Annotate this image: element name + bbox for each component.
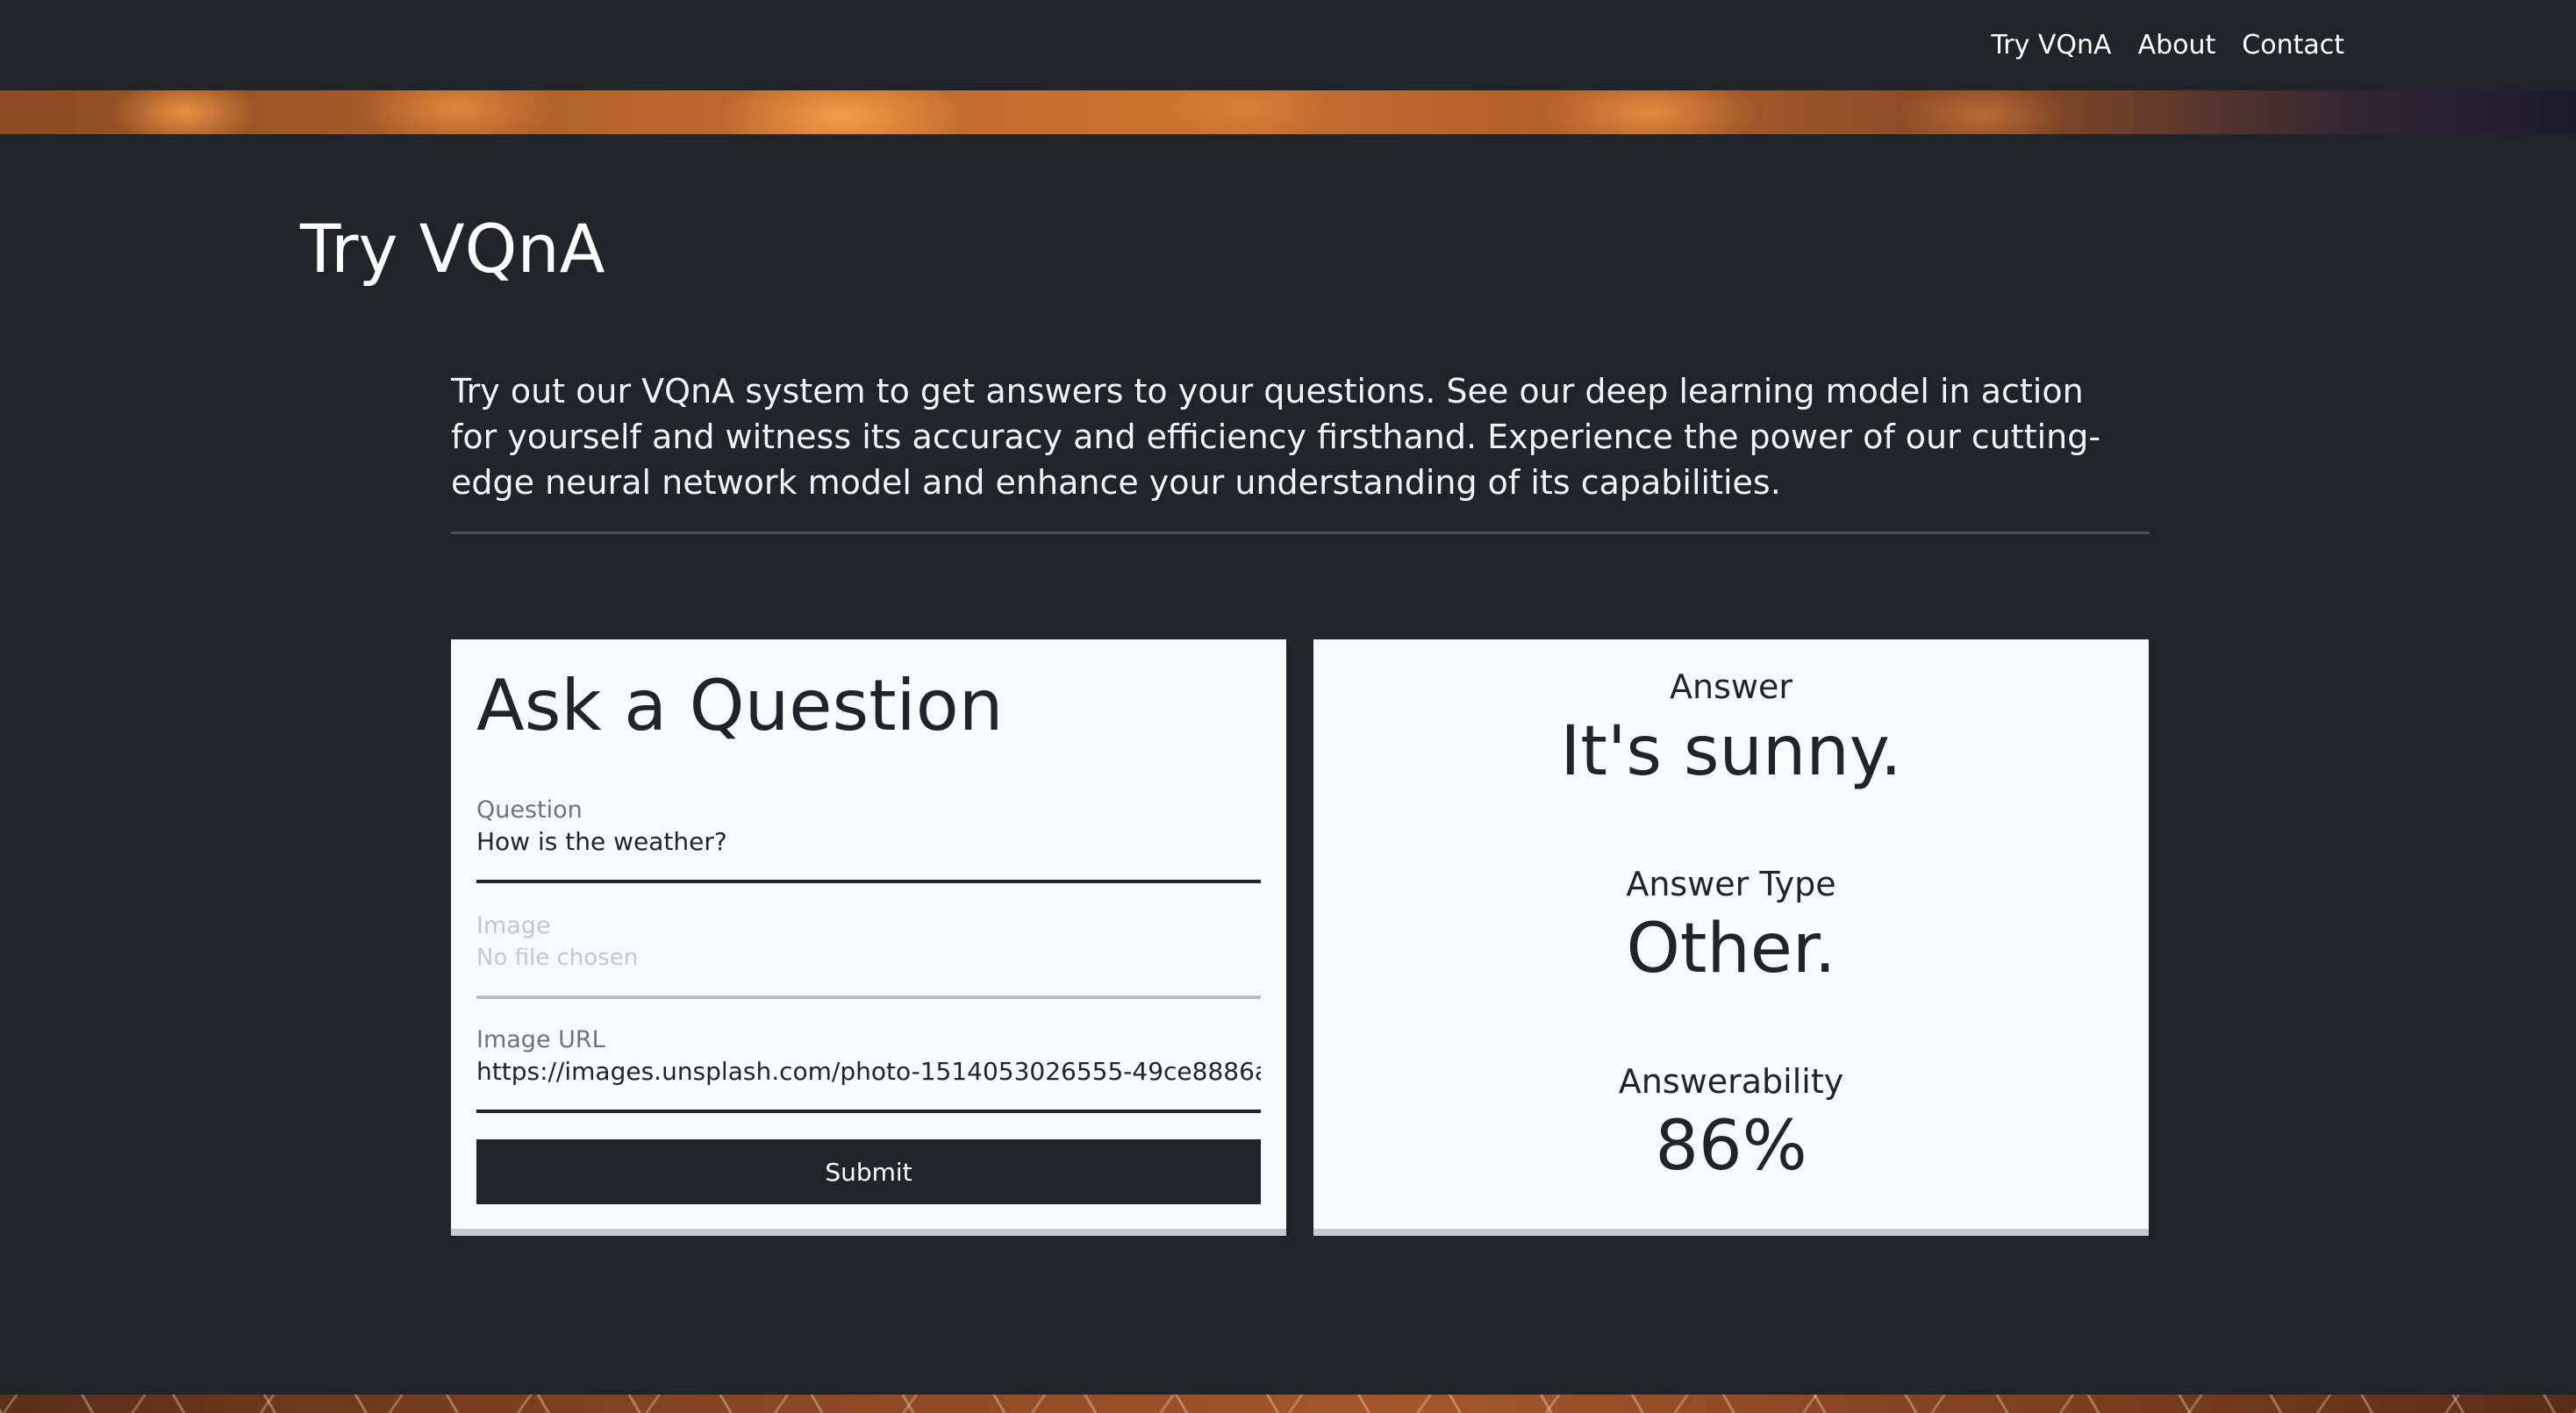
answerability-label: Answerability [1618, 1062, 1844, 1101]
section-divider [451, 532, 2150, 534]
ask-question-title: Ask a Question [476, 665, 1004, 746]
top-navbar: Try VQnA About Contact [0, 0, 2576, 90]
question-label: Question [476, 796, 583, 824]
answer-value: It's sunny. [1560, 712, 1902, 791]
nav-link-about[interactable]: About [2138, 30, 2216, 61]
footer-banner-image [0, 1395, 2576, 1413]
header-banner-image [0, 90, 2576, 134]
image-file-input[interactable]: No file chosen [476, 941, 1261, 974]
image-url-input[interactable]: https://images.unsplash.com/photo-151405… [476, 1055, 1261, 1088]
answerability-value: 86% [1655, 1107, 1807, 1186]
nav-links: Try VQnA About Contact [1991, 0, 2344, 90]
answer-type-label: Answer Type [1626, 865, 1836, 903]
answer-card: Answer It's sunny. Answer Type Other. An… [1313, 639, 2149, 1236]
intro-paragraph: Try out our VQnA system to get answers t… [451, 372, 2101, 502]
nav-link-try-vqna[interactable]: Try VQnA [1991, 30, 2111, 61]
image-url-field[interactable]: Image URL https://images.unsplash.com/ph… [476, 1025, 1261, 1113]
answer-label: Answer [1670, 667, 1792, 706]
image-file-field[interactable]: Image No file chosen [476, 911, 1261, 999]
page-title: Try VQnA [300, 210, 605, 288]
answer-section: Answer It's sunny. [1313, 666, 2149, 796]
answer-type-section: Answer Type Other. [1313, 863, 2149, 993]
image-url-label: Image URL [476, 1026, 605, 1053]
answer-type-value: Other. [1626, 910, 1836, 988]
answerability-section: Answerability 86% [1313, 1060, 2149, 1190]
nav-link-contact[interactable]: Contact [2242, 30, 2344, 61]
question-field[interactable]: Question How is the weather? [476, 796, 1261, 883]
submit-button[interactable]: Submit [476, 1139, 1261, 1204]
image-label: Image [476, 912, 551, 939]
ask-question-card: Ask a Question Question How is the weath… [451, 639, 1286, 1236]
question-input[interactable]: How is the weather? [476, 825, 1261, 859]
